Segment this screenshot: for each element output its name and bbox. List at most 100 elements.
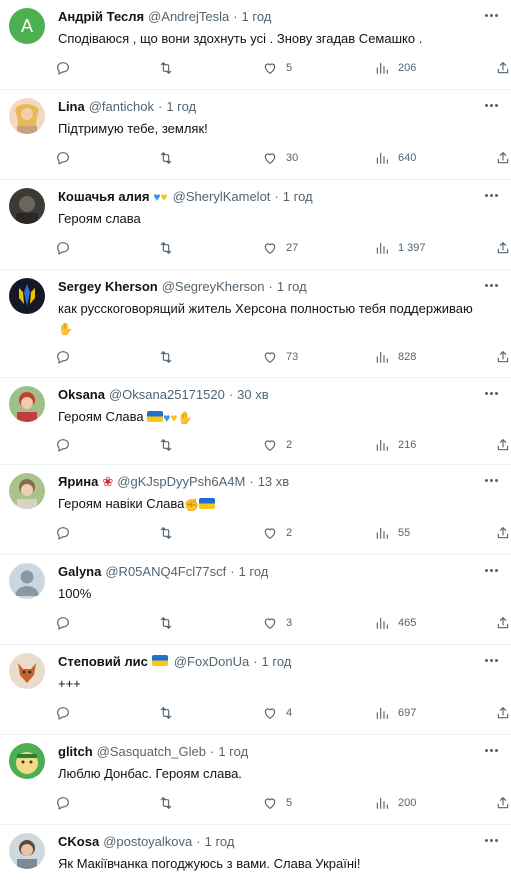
avatar[interactable]: A <box>9 8 45 44</box>
author-name[interactable]: glitch <box>58 743 93 761</box>
views-button[interactable]: 828 <box>374 347 416 367</box>
author-handle[interactable]: @postoyalkova <box>103 833 192 851</box>
author-handle[interactable]: @fantichok <box>89 98 154 116</box>
share-button[interactable] <box>495 238 511 258</box>
views-button[interactable]: 640 <box>374 148 416 168</box>
avatar[interactable] <box>9 743 45 779</box>
author-handle[interactable]: @gKJspDyyPsh6A4M <box>117 473 245 491</box>
reply-button[interactable] <box>55 703 71 723</box>
retweet-button[interactable] <box>158 435 174 455</box>
retweet-button[interactable] <box>158 613 174 633</box>
reply-button[interactable] <box>55 523 71 543</box>
avatar[interactable] <box>9 833 45 869</box>
more-icon[interactable] <box>481 833 501 847</box>
more-icon[interactable] <box>481 473 501 487</box>
tweet[interactable]: glitch @Sasquatch_Gleb · 1 год Люблю Дон… <box>0 735 511 825</box>
retweet-button[interactable] <box>158 238 174 258</box>
retweet-button[interactable] <box>158 58 174 78</box>
author-name[interactable]: Кошачья алия <box>58 188 149 206</box>
share-button[interactable] <box>495 148 511 168</box>
more-icon[interactable] <box>481 188 501 202</box>
timestamp[interactable]: 1 год <box>262 653 292 671</box>
reply-button[interactable] <box>55 58 71 78</box>
tweet[interactable]: Sergey Kherson @SegreyKherson · 1 год ка… <box>0 270 511 378</box>
avatar[interactable] <box>9 563 45 599</box>
author-name[interactable]: Ярина <box>58 473 98 491</box>
like-button[interactable]: 2 <box>262 523 292 543</box>
views-button[interactable]: 200 <box>374 793 416 813</box>
share-button[interactable] <box>495 347 511 367</box>
timestamp[interactable]: 1 год <box>283 188 313 206</box>
timestamp[interactable]: 30 хв <box>237 386 268 404</box>
timestamp[interactable]: 1 год <box>205 833 235 851</box>
like-button[interactable]: 2 <box>262 435 292 455</box>
tweet[interactable]: Oksana @Oksana25171520 · 30 хв Героям Сл… <box>0 378 511 465</box>
share-button[interactable] <box>495 435 511 455</box>
author-handle[interactable]: @Sasquatch_Gleb <box>97 743 206 761</box>
like-button[interactable]: 73 <box>262 347 298 367</box>
author-name[interactable]: CKosa <box>58 833 99 851</box>
like-button[interactable]: 5 <box>262 793 292 813</box>
reply-button[interactable] <box>55 238 71 258</box>
reply-button[interactable] <box>55 793 71 813</box>
more-icon[interactable] <box>481 563 501 577</box>
timestamp[interactable]: 1 год <box>218 743 248 761</box>
tweet[interactable]: A Андрій Тесля @AndrejTesla · 1 год Спод… <box>0 0 511 90</box>
author-handle[interactable]: @SherylKamelot <box>173 188 271 206</box>
retweet-button[interactable] <box>158 703 174 723</box>
share-button[interactable] <box>495 793 511 813</box>
author-name[interactable]: Андрій Тесля <box>58 8 144 26</box>
reply-button[interactable] <box>55 435 71 455</box>
retweet-button[interactable] <box>158 523 174 543</box>
tweet[interactable]: Lina @fantichok · 1 год Підтримую тебе, … <box>0 90 511 180</box>
author-name[interactable]: Sergey Kherson <box>58 278 158 296</box>
avatar[interactable] <box>9 188 45 224</box>
share-button[interactable] <box>495 58 511 78</box>
tweet[interactable]: Кошачья алия ♥ ♥ @SherylKamelot · 1 год Г… <box>0 180 511 270</box>
timestamp[interactable]: 1 год <box>277 278 307 296</box>
retweet-button[interactable] <box>158 148 174 168</box>
more-icon[interactable] <box>481 653 501 667</box>
author-handle[interactable]: @SegreyKherson <box>162 278 265 296</box>
share-button[interactable] <box>495 613 511 633</box>
timestamp[interactable]: 1 год <box>242 8 272 26</box>
tweet[interactable]: CKosa @postoyalkova · 1 год Як Макіївчан… <box>0 825 511 883</box>
author-name[interactable]: Степовий лис <box>58 653 148 671</box>
like-button[interactable]: 4 <box>262 703 292 723</box>
author-handle[interactable]: @Oksana25171520 <box>109 386 225 404</box>
author-name[interactable]: Oksana <box>58 386 105 404</box>
author-name[interactable]: Galyna <box>58 563 101 581</box>
avatar[interactable] <box>9 98 45 134</box>
more-icon[interactable] <box>481 743 501 757</box>
tweet[interactable]: Ярина ❀ @gKJspDyyPsh6A4M · 13 хв Героям … <box>0 465 511 555</box>
retweet-button[interactable] <box>158 793 174 813</box>
reply-button[interactable] <box>55 613 71 633</box>
timestamp[interactable]: 1 год <box>239 563 269 581</box>
views-button[interactable]: 216 <box>374 435 416 455</box>
like-button[interactable]: 5 <box>262 58 292 78</box>
more-icon[interactable] <box>481 98 501 112</box>
avatar[interactable] <box>9 386 45 422</box>
retweet-button[interactable] <box>158 347 174 367</box>
author-name[interactable]: Lina <box>58 98 85 116</box>
timestamp[interactable]: 13 хв <box>258 473 289 491</box>
timestamp[interactable]: 1 год <box>166 98 196 116</box>
avatar[interactable] <box>9 473 45 509</box>
like-button[interactable]: 30 <box>262 148 298 168</box>
avatar[interactable] <box>9 653 45 689</box>
views-button[interactable]: 697 <box>374 703 416 723</box>
like-button[interactable]: 3 <box>262 613 292 633</box>
like-button[interactable]: 27 <box>262 238 298 258</box>
views-button[interactable]: 55 <box>374 523 410 543</box>
share-button[interactable] <box>495 523 511 543</box>
more-icon[interactable] <box>481 386 501 400</box>
views-button[interactable]: 465 <box>374 613 416 633</box>
more-icon[interactable] <box>481 278 501 292</box>
author-handle[interactable]: @FoxDonUa <box>174 653 249 671</box>
avatar[interactable] <box>9 278 45 314</box>
reply-button[interactable] <box>55 347 71 367</box>
author-handle[interactable]: @R05ANQ4Fcl77scf <box>105 563 226 581</box>
author-handle[interactable]: @AndrejTesla <box>148 8 229 26</box>
more-icon[interactable] <box>481 8 501 22</box>
tweet[interactable]: Степовий лис @FoxDonUa · 1 год +++ 4 697 <box>0 645 511 735</box>
